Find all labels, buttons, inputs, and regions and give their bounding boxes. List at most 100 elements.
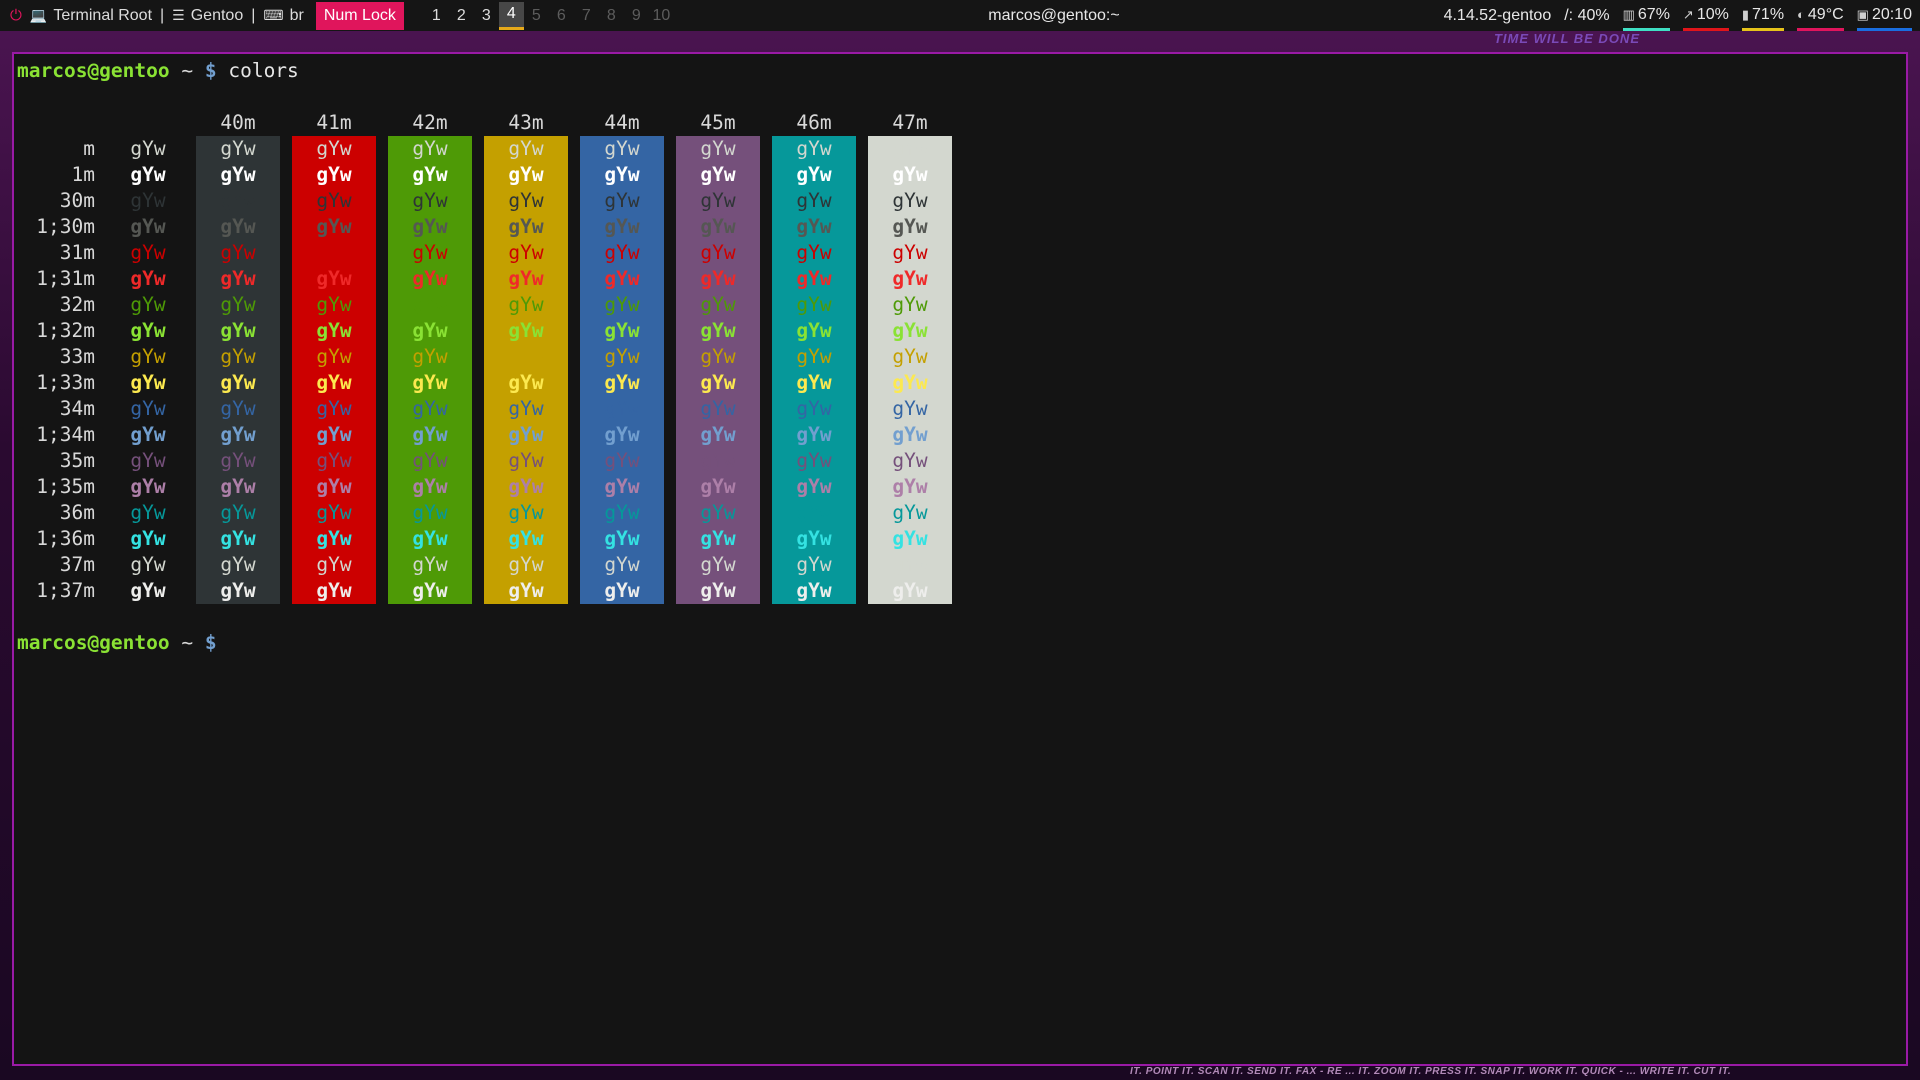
wallpaper-bottom-text: IT. POINT IT. SCAN IT. SEND IT. FAX - RE… — [1130, 1066, 1732, 1077]
workspace-9[interactable]: 9 — [624, 2, 649, 30]
color-sample: gYw — [316, 371, 352, 394]
bg-header-43m: 43m — [508, 111, 544, 134]
color-sample: gYw — [508, 293, 544, 316]
color-sample: gYw — [130, 215, 166, 238]
color-sample: gYw — [796, 371, 832, 394]
color-sample: gYw — [892, 501, 928, 524]
color-sample: gYw — [220, 345, 256, 368]
disk-usage-value: /: 40% — [1564, 7, 1610, 24]
color-sample: gYw — [700, 163, 736, 186]
color-sample: gYw — [508, 579, 544, 602]
color-sample: gYw — [508, 267, 544, 290]
color-sample: gYw — [796, 553, 832, 576]
cpu-usage: ▥ 67% — [1622, 0, 1670, 31]
color-sample: gYw — [892, 423, 928, 446]
row-label: 33m — [59, 345, 95, 368]
color-sample: gYw — [604, 423, 640, 446]
color-sample: gYw — [604, 553, 640, 576]
color-sample: gYw — [604, 241, 640, 264]
workspace-3[interactable]: 3 — [474, 2, 499, 30]
color-sample: gYw — [508, 215, 544, 238]
color-sample: gYw — [412, 475, 448, 498]
color-sample: gYw — [508, 371, 544, 394]
color-sample: gYw — [604, 371, 640, 394]
status-modules: 4.14.52-gentoo /: 40% ▥ 67% ↗ 10% ▮ 71% … — [1431, 0, 1912, 31]
color-sample: gYw — [130, 475, 166, 498]
row-label: 1;33m — [36, 371, 95, 394]
color-sample: gYw — [508, 319, 544, 342]
power-button[interactable]: ⏻ — [0, 0, 26, 31]
window-mode: 💻 Terminal Root — [26, 0, 156, 31]
row-label: 1m — [71, 163, 95, 186]
color-sample: gYw — [316, 475, 352, 498]
color-sample: gYw — [508, 475, 544, 498]
prompt-path: ~ — [169, 631, 205, 654]
bg-header-45m: 45m — [700, 111, 736, 134]
memory-usage-value: 10% — [1696, 5, 1729, 23]
color-sample: gYw — [796, 579, 832, 602]
color-sample: gYw — [700, 449, 736, 472]
color-sample: gYw — [508, 163, 544, 186]
color-sample: gYw — [220, 137, 256, 160]
color-sample: gYw — [412, 345, 448, 368]
color-sample: gYw — [130, 345, 166, 368]
color-sample: gYw — [700, 293, 736, 316]
color-sample: gYw — [220, 397, 256, 420]
clock[interactable]: ▣ 20:10 — [1856, 0, 1912, 31]
status-bar: ⏻ 💻 Terminal Root | ☰ Gentoo | ⌨ br Num … — [0, 0, 1920, 31]
color-sample: gYw — [892, 267, 928, 290]
color-sample: gYw — [892, 137, 928, 160]
color-sample: gYw — [220, 215, 256, 238]
color-sample: gYw — [316, 215, 352, 238]
color-sample: gYw — [796, 501, 832, 524]
color-sample: gYw — [316, 345, 352, 368]
color-sample: gYw — [130, 553, 166, 576]
color-sample: gYw — [316, 137, 352, 160]
color-sample: gYw — [700, 553, 736, 576]
workspace-1[interactable]: 1 — [424, 2, 449, 30]
color-sample: gYw — [130, 267, 166, 290]
prompt-user: marcos@gentoo — [17, 631, 170, 654]
color-sample: gYw — [412, 527, 448, 550]
color-sample: gYw — [130, 189, 166, 212]
workspace-6[interactable]: 6 — [549, 2, 574, 30]
color-sample: gYw — [316, 163, 352, 186]
window-label: Terminal Root — [53, 6, 153, 24]
workspace-2[interactable]: 2 — [449, 2, 474, 30]
color-sample: gYw — [412, 163, 448, 186]
color-sample: gYw — [604, 345, 640, 368]
color-sample: gYw — [316, 319, 352, 342]
color-sample: gYw — [508, 423, 544, 446]
color-sample: gYw — [220, 501, 256, 524]
command-line[interactable]: marcos@gentoo ~ $ — [17, 630, 217, 656]
color-sample: gYw — [316, 397, 352, 420]
color-sample: gYw — [412, 449, 448, 472]
workspace-5[interactable]: 5 — [524, 2, 549, 30]
color-sample: gYw — [700, 189, 736, 212]
bg-header-47m: 47m — [892, 111, 928, 134]
color-sample: gYw — [604, 137, 640, 160]
color-sample: gYw — [220, 163, 256, 186]
row-label: 31m — [59, 241, 95, 264]
bg-header-41m: 41m — [316, 111, 352, 134]
color-sample: gYw — [796, 293, 832, 316]
workspace-4[interactable]: 4 — [498, 1, 524, 30]
color-sample: gYw — [316, 267, 352, 290]
keyboard-layout[interactable]: ⌨ br — [259, 0, 307, 31]
color-sample: gYw — [220, 319, 256, 342]
color-sample: gYw — [412, 189, 448, 212]
color-sample: gYw — [412, 579, 448, 602]
color-sample: gYw — [892, 371, 928, 394]
terminal-window[interactable]: marcos@gentoo ~ $ colors 40m 41m 42m 43m 44m… — [12, 52, 1908, 1066]
color-sample: gYw — [412, 501, 448, 524]
power-icon: ⏻ — [10, 7, 22, 24]
workspace-8[interactable]: 8 — [599, 2, 624, 30]
color-sample: gYw — [130, 423, 166, 446]
row-label: 37m — [59, 553, 95, 576]
row-label: 32m — [59, 293, 95, 316]
color-sample: gYw — [796, 241, 832, 264]
prompt-user: marcos@gentoo — [17, 59, 170, 82]
color-sample: gYw — [316, 501, 352, 524]
workspace-7[interactable]: 7 — [574, 2, 599, 30]
workspace-10[interactable]: 10 — [649, 2, 674, 30]
